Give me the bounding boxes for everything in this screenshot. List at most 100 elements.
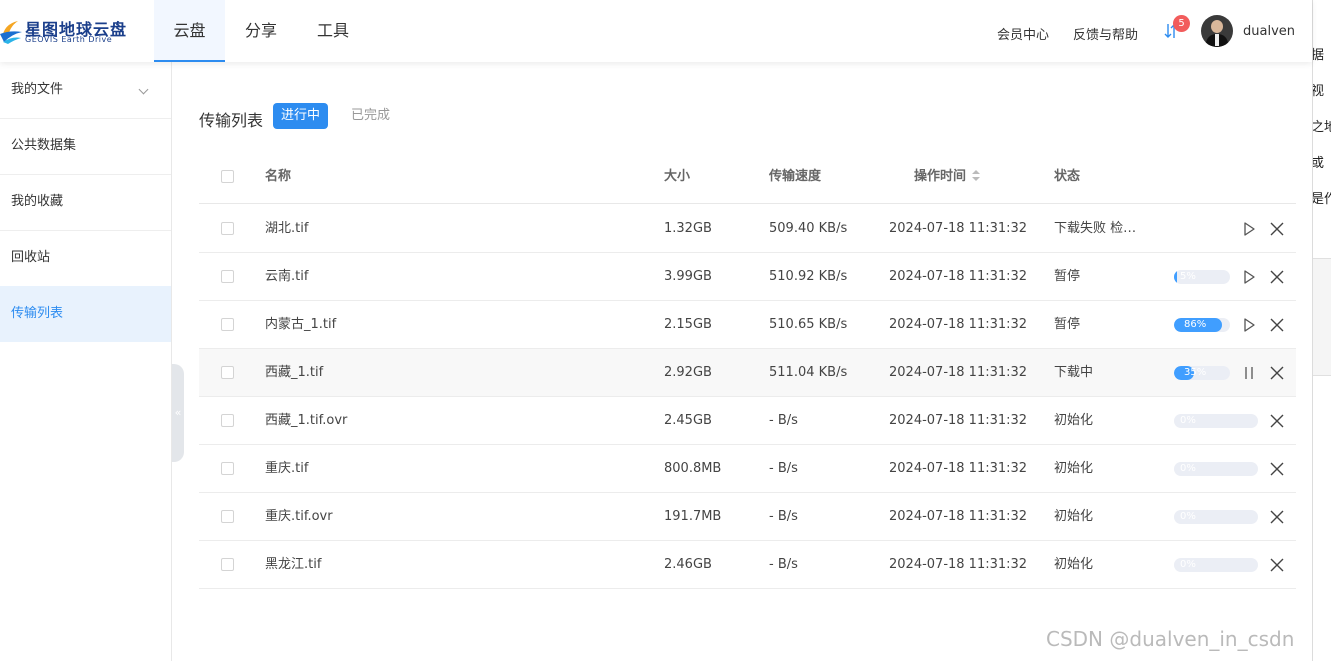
file-size: 800.8MB <box>664 461 722 476</box>
column-size: 大小 <box>664 169 691 184</box>
table-row[interactable]: 重庆.tif.ovr 191.7MB - B/s 2024-07-18 11:31:3… <box>199 493 1296 541</box>
transfer-speed: 509.40 KB/s <box>769 221 848 236</box>
file-name: 黑龙江.tif <box>265 557 322 572</box>
background-text: 是作 <box>1312 192 1331 207</box>
avatar[interactable] <box>1201 15 1233 47</box>
row-checkbox[interactable] <box>221 270 234 283</box>
logo-icon <box>0 21 22 44</box>
play-icon[interactable] <box>1240 268 1258 286</box>
sidebar-item-public-datasets[interactable]: 公共数据集 <box>0 118 171 174</box>
tab-share[interactable]: 分享 <box>225 0 297 62</box>
member-center-link[interactable]: 会员中心 <box>997 24 1049 43</box>
row-checkbox[interactable] <box>221 318 234 331</box>
table-row[interactable]: 重庆.tif 800.8MB - B/s 2024-07-18 11:31:32 初始化… <box>199 445 1296 493</box>
file-size: 1.32GB <box>664 221 712 236</box>
row-checkbox[interactable] <box>221 222 234 235</box>
close-icon[interactable] <box>1268 460 1286 478</box>
table-row[interactable]: 黑龙江.tif 2.46GB - B/s 2024-07-18 11:31:32 初始化… <box>199 541 1296 589</box>
column-time-label: 操作时间 <box>914 169 967 184</box>
operation-time: 2024-07-18 11:31:32 <box>889 461 1028 476</box>
progress-label: 35% <box>1184 367 1207 378</box>
transfer-speed: 510.65 KB/s <box>769 317 848 332</box>
progress-bar: 0% <box>1174 510 1258 524</box>
background-text: 据 <box>1312 48 1325 63</box>
progress-label: 0% <box>1180 511 1196 522</box>
pause-icon[interactable] <box>1240 364 1258 382</box>
sidebar-item-recycle-bin[interactable]: 回收站 <box>0 230 171 286</box>
close-icon[interactable] <box>1268 412 1286 430</box>
close-icon[interactable] <box>1268 364 1286 382</box>
close-icon[interactable] <box>1268 556 1286 574</box>
progress-bar: 86% <box>1174 318 1230 332</box>
table-row[interactable]: 西藏_1.tif 2.92GB 511.04 KB/s 2024-07-18 11:3… <box>199 349 1296 397</box>
row-checkbox[interactable] <box>221 414 234 427</box>
progress-fill <box>1174 270 1177 284</box>
transfer-status: 初始化 <box>1054 413 1094 428</box>
select-all-checkbox[interactable] <box>221 170 234 183</box>
file-name: 湖北.tif <box>265 221 309 236</box>
table-row[interactable]: 内蒙古_1.tif 2.15GB 510.65 KB/s 2024-07-18 11:… <box>199 301 1296 349</box>
transfer-status: 初始化 <box>1054 509 1094 524</box>
menu-icon <box>0 86 3 94</box>
close-icon[interactable] <box>1268 268 1286 286</box>
notification-badge: 5 <box>1173 15 1190 32</box>
column-time[interactable]: 操作时间 <box>914 150 981 204</box>
table-row[interactable]: 云南.tif 3.99GB 510.92 KB/s 2024-07-18 11:31:… <box>199 253 1296 301</box>
sidebar-item-label: 公共数据集 <box>11 138 77 153</box>
file-name: 云南.tif <box>265 269 309 284</box>
chevron-down-icon <box>138 84 149 95</box>
operation-time: 2024-07-18 11:31:32 <box>889 413 1028 428</box>
row-checkbox[interactable] <box>221 462 234 475</box>
transfer-speed: - B/s <box>769 413 798 428</box>
menu-icon <box>0 310 3 318</box>
app-logo[interactable]: 星图地球云盘 GEOVIS Earth Drive <box>0 14 130 48</box>
row-checkbox[interactable] <box>221 510 234 523</box>
column-name: 名称 <box>265 169 292 184</box>
menu-icon <box>0 198 3 206</box>
play-icon[interactable] <box>1240 220 1258 238</box>
sidebar-item-my-files[interactable]: 我的文件 <box>0 62 171 118</box>
file-name: 西藏_1.tif.ovr <box>265 413 348 428</box>
filter-completed[interactable]: 已完成 <box>343 103 398 129</box>
close-icon[interactable] <box>1268 220 1286 238</box>
sidebar-item-transfer-list[interactable]: 传输列表 <box>0 286 171 342</box>
filter-in-progress[interactable]: 进行中 <box>273 103 329 129</box>
sidebar-item-favorites[interactable]: 我的收藏 <box>0 174 171 230</box>
column-status: 状态 <box>1054 169 1081 184</box>
column-speed: 传输速度 <box>769 169 822 184</box>
table-row[interactable]: 西藏_1.tif.ovr 2.45GB - B/s 2024-07-18 11:31:… <box>199 397 1296 445</box>
progress-bar: 35% <box>1174 366 1230 380</box>
table-row[interactable]: 湖北.tif 1.32GB 509.40 KB/s 2024-07-18 11:31:… <box>199 205 1296 253</box>
file-size: 3.99GB <box>664 269 712 284</box>
username[interactable]: dualven <box>1243 24 1295 39</box>
background-page-strip: 据 视 之地 或 是作 <box>1312 0 1331 661</box>
row-checkbox[interactable] <box>221 558 234 571</box>
app-subtitle: GEOVIS Earth Drive <box>25 35 113 44</box>
file-name: 重庆.tif.ovr <box>265 509 333 524</box>
sidebar: 我的文件 公共数据集 我的收藏 回收站 传输列表 <box>0 62 172 661</box>
operation-time: 2024-07-18 11:31:32 <box>889 317 1028 332</box>
transfer-speed: - B/s <box>769 509 798 524</box>
file-size: 2.92GB <box>664 365 712 380</box>
feedback-help-link[interactable]: 反馈与帮助 <box>1073 24 1138 43</box>
play-icon[interactable] <box>1240 316 1258 334</box>
transfer-status: 初始化 <box>1054 557 1094 572</box>
sidebar-item-label: 传输列表 <box>11 306 64 321</box>
transfer-status: 下载中 <box>1054 365 1094 380</box>
sidebar-item-label: 回收站 <box>11 250 51 265</box>
operation-time: 2024-07-18 11:31:32 <box>889 269 1028 284</box>
row-checkbox[interactable] <box>221 366 234 379</box>
tab-cloud-drive[interactable]: 云盘 <box>154 0 225 62</box>
close-icon[interactable] <box>1268 508 1286 526</box>
file-size: 2.46GB <box>664 557 712 572</box>
transfer-status: 暂停 <box>1054 317 1081 332</box>
file-name: 内蒙古_1.tif <box>265 317 337 332</box>
sidebar-item-label: 我的收藏 <box>11 194 64 209</box>
page-title: 传输列表 <box>199 111 264 130</box>
close-icon[interactable] <box>1268 316 1286 334</box>
tab-tools[interactable]: 工具 <box>297 0 369 62</box>
operation-time: 2024-07-18 11:31:32 <box>889 509 1028 524</box>
file-size: 2.45GB <box>664 413 712 428</box>
main-content: 传输列表 进行中 已完成 名称 大小 传输速度 操作时间 状态 湖北.tif 1.… <box>172 62 1312 661</box>
sort-icon[interactable] <box>972 169 981 182</box>
